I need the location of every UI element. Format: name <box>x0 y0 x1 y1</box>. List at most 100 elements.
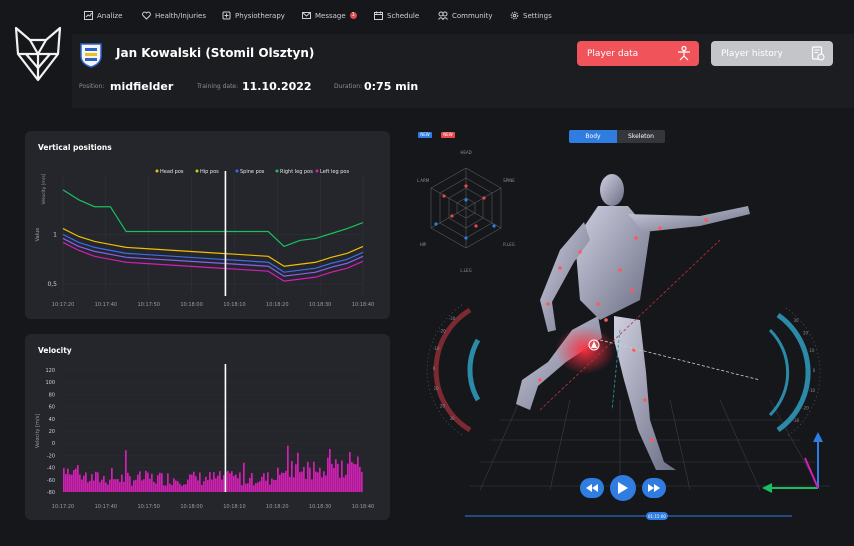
training-date-value: 11.10.2022 <box>242 80 312 93</box>
x-tick-label: 10:18:30 <box>309 302 331 308</box>
player-header: Jan Kowalski (Stomil Olsztyn) Position: … <box>72 34 854 108</box>
y-tick-label: 60 <box>49 405 55 411</box>
velocity-bar <box>281 472 283 492</box>
y-axis-label: Value <box>35 228 41 242</box>
nav-label: Settings <box>523 11 552 20</box>
velocity-bar <box>193 471 195 492</box>
nav-health-injuries[interactable]: Health/Injuries <box>142 11 206 20</box>
player-history-button[interactable]: Player history <box>711 41 833 66</box>
x-tick-label: 10:18:10 <box>223 302 245 308</box>
velocity-bar <box>351 461 353 492</box>
velocity-bar <box>147 472 149 492</box>
velocity-bar <box>113 479 115 492</box>
radar-label: SPINE <box>503 178 515 183</box>
x-tick-label: 10:17:50 <box>137 504 159 510</box>
velocity-bar <box>361 471 363 492</box>
velocity-bar <box>89 480 91 492</box>
velocity-bar <box>85 472 87 492</box>
wolf-logo-icon[interactable] <box>12 24 64 84</box>
velocity-bar <box>167 473 169 492</box>
velocity-bar <box>77 465 79 492</box>
velocity-bar <box>69 474 71 492</box>
player-name: Jan Kowalski (Stomil Olsztyn) <box>116 46 315 60</box>
fast-forward-icon <box>648 484 660 492</box>
nav-label: Analize <box>97 11 123 20</box>
vertical-positions-chart[interactable]: 10:17:20 10:17:40 10:17:50 10:18:00 10:18:10… <box>25 131 390 319</box>
velocity-bar <box>149 478 151 492</box>
velocity-chart[interactable]: 120 100 80 60 40 20 0 -20 -40 -60 -80 10:17:20 10:17… <box>25 334 390 520</box>
right-gauge-label: 20 <box>803 331 809 336</box>
velocity-bar <box>257 482 259 492</box>
velocity-bar <box>201 484 203 492</box>
velocity-bar <box>243 462 245 492</box>
left-gauge-label: 30 <box>449 416 455 421</box>
velocity-bar <box>355 464 357 492</box>
velocity-bar <box>255 483 257 492</box>
rewind-button[interactable] <box>580 478 604 498</box>
series-line <box>62 228 364 267</box>
velocity-bar <box>283 473 285 492</box>
velocity-bar <box>97 472 99 492</box>
velocity-bar <box>99 482 101 492</box>
left-gauge-label: 0 <box>433 366 436 371</box>
fast-forward-button[interactable] <box>642 478 666 498</box>
velocity-bar <box>271 478 273 492</box>
velocity-bar <box>359 466 361 492</box>
nav-settings[interactable]: Settings <box>510 11 552 20</box>
velocity-bar <box>165 485 167 492</box>
timeline-time-label: 01:15:00 <box>648 514 666 519</box>
radar-label: HEAD <box>460 150 471 155</box>
player-data-button[interactable]: Player data <box>577 41 699 66</box>
velocity-bar <box>91 474 93 492</box>
y-axis-label-secondary: Velocity [m/s] <box>41 173 47 204</box>
velocity-bar <box>249 477 251 492</box>
velocity-bar <box>117 479 119 492</box>
training-date-label: Training date: <box>197 83 239 90</box>
velocity-bar <box>161 473 163 492</box>
velocity-bar <box>297 452 299 492</box>
legend-marker <box>155 169 159 173</box>
velocity-bar <box>231 471 233 492</box>
velocity-bar <box>353 463 355 492</box>
velocity-bar <box>267 472 269 492</box>
community-icon <box>438 11 448 20</box>
x-tick-label: 10:17:40 <box>95 504 117 510</box>
legend-label: Head pos <box>160 169 184 175</box>
play-button[interactable] <box>610 475 636 501</box>
velocity-bar <box>293 477 295 492</box>
velocity-bar <box>235 474 237 492</box>
velocity-bar <box>79 474 81 492</box>
right-gauge-label: -20 <box>802 405 809 410</box>
gear-icon <box>510 11 519 20</box>
velocity-bar <box>329 448 331 492</box>
velocity-bar <box>133 480 135 492</box>
velocity-bar <box>237 478 239 492</box>
velocity-bar <box>129 476 131 492</box>
nav-schedule[interactable]: Schedule <box>374 11 419 20</box>
y-tick-label: 80 <box>49 392 55 398</box>
velocity-bar <box>253 485 255 492</box>
nav-physiotherapy[interactable]: Physiotherapy <box>222 11 285 20</box>
velocity-bar <box>107 484 109 492</box>
velocity-bar <box>185 484 187 492</box>
y-tick-label: 40 <box>49 417 55 423</box>
orientation-axes-icon <box>762 432 823 493</box>
radar-label: L.ARM <box>417 178 430 183</box>
calendar-icon <box>374 11 383 20</box>
velocity-bar <box>119 481 121 492</box>
velocity-bar <box>155 483 157 492</box>
velocity-bar <box>199 472 201 492</box>
velocity-bar <box>135 479 137 492</box>
nav-analize[interactable]: Analize <box>84 11 122 20</box>
velocity-bar <box>75 468 77 492</box>
velocity-bar <box>317 472 319 492</box>
nav-message[interactable]: Message 1 <box>302 11 357 20</box>
series-line <box>62 189 364 248</box>
velocity-bar <box>343 477 345 492</box>
x-tick-label: 10:18:40 <box>352 302 374 308</box>
nav-label: Physiotherapy <box>235 11 285 20</box>
velocity-bar <box>111 468 113 492</box>
velocity-bar <box>103 475 105 492</box>
nav-community[interactable]: Community <box>438 11 493 20</box>
velocity-bar <box>299 472 301 492</box>
